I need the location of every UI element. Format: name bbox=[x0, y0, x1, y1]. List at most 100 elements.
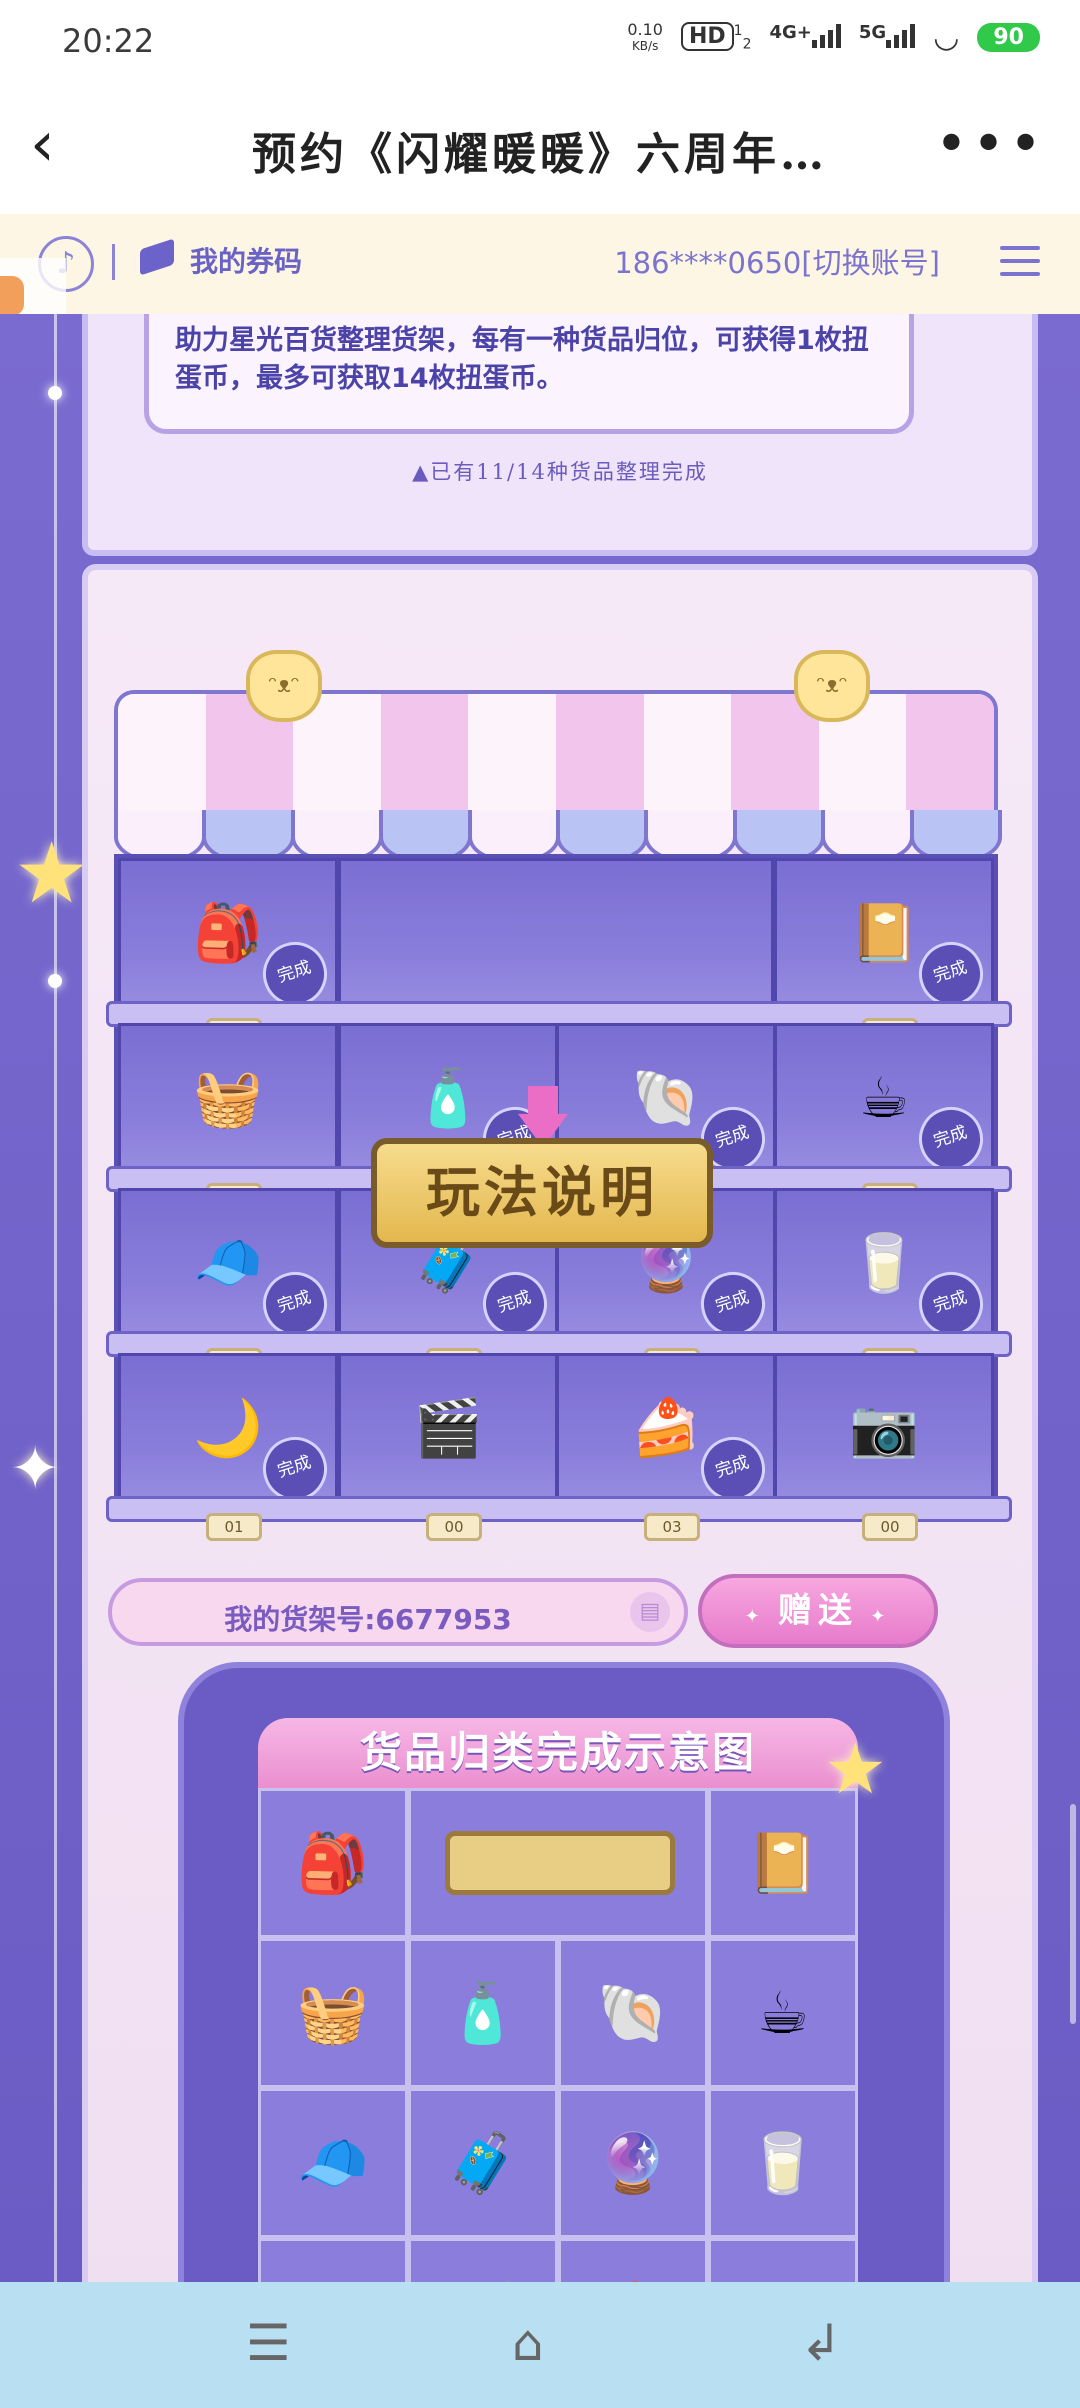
rail-dot bbox=[48, 386, 62, 400]
rail-dot bbox=[48, 974, 62, 988]
wifi-icon: ◡ bbox=[933, 20, 960, 55]
back-arrow-icon[interactable]: ‹ bbox=[30, 113, 90, 175]
decor-rail bbox=[54, 314, 57, 2282]
event-toolbar: ♪ 我的券码 186****0650[切换账号] bbox=[0, 214, 1080, 316]
diagram-item-icon: 🧢 bbox=[296, 2129, 370, 2197]
diagram-cell: 🔮 bbox=[558, 2088, 708, 2238]
shelf-item-icon: 📷 bbox=[849, 1396, 919, 1462]
diagram-item-icon: 🐚 bbox=[596, 1979, 670, 2047]
shelf-item-icon: 🥛 bbox=[849, 1231, 919, 1297]
back-nav-icon[interactable]: ↲ bbox=[800, 2318, 842, 2368]
shelf-item-icon: 🎬 bbox=[413, 1396, 483, 1462]
cat-mascot-icon: ᵔᴥᵔ bbox=[246, 650, 322, 722]
signal-5g-icon: 5G bbox=[859, 22, 916, 54]
shelf-item-icon: 🐚 bbox=[631, 1066, 701, 1132]
battery-indicator: 90 bbox=[977, 23, 1040, 52]
shelf-item-icon: 🧺 bbox=[193, 1066, 263, 1132]
shelf-slot[interactable]: 📔 完成 bbox=[774, 858, 994, 1023]
diagram-cell: ☕ bbox=[708, 1938, 858, 2088]
shelf-slot[interactable]: 🥛 完成 bbox=[774, 1188, 994, 1353]
recent-apps-icon[interactable]: ☰ bbox=[246, 2318, 291, 2368]
diagram-item-icon: 🧴 bbox=[446, 1979, 520, 2047]
shelf-slot[interactable]: 📷 bbox=[774, 1353, 994, 1518]
item-count-tag: 00 bbox=[862, 1513, 918, 1541]
copy-icon[interactable]: ▤ bbox=[630, 1592, 670, 1632]
shelf-number-text: 我的货架号:6677953 bbox=[224, 1603, 512, 1636]
diagram-item-icon: 🧳 bbox=[446, 2129, 520, 2197]
shelf-plank: 01 00 03 00 bbox=[106, 1496, 1012, 1541]
completion-diagram: 货品归类完成示意图 🎒 📔 🧺 🧴 🐚 ☕ 🧢 🧳 🔮 🥛 🌙🎬🍰📷 ★ bbox=[178, 1662, 950, 2282]
diagram-cell: 🧢 bbox=[258, 2088, 408, 2238]
item-count-tag: 00 bbox=[426, 1513, 482, 1541]
page-title: 预约《闪耀暖暖》六周年… bbox=[252, 129, 828, 180]
item-count-tag: 01 bbox=[206, 1513, 262, 1541]
shop-panel: ᵔᴥᵔ ᵔᴥᵔ 🎒完成📔完成0201🧺🧴完成🐚完成☕完成00010101🧢完成🧳… bbox=[82, 564, 1038, 2282]
star-icon: ★ bbox=[824, 1728, 887, 1810]
hamburger-menu-icon[interactable] bbox=[1000, 246, 1040, 285]
rules-button[interactable]: 玩法说明 bbox=[371, 1138, 713, 1248]
diagram-item-icon: ☕ bbox=[757, 1979, 809, 2047]
gift-button[interactable]: ✦ 赠送 ✦ bbox=[698, 1574, 938, 1648]
shelf-item-icon: ☕ bbox=[858, 1066, 910, 1132]
shelf-slot[interactable]: 🌙 完成 bbox=[118, 1353, 338, 1518]
intro-panel: 助力星光百货整理货架，每有一种货品归位，可获得1枚扭蛋币，最多可获取14枚扭蛋币… bbox=[82, 314, 1038, 556]
progress-text: ▲已有11/14种货品整理完成 bbox=[412, 460, 708, 484]
awning-scallops bbox=[114, 810, 1003, 864]
rules-slot bbox=[338, 858, 774, 1023]
star-icon: ★ bbox=[14, 824, 90, 922]
network-speed: 0.10 KB/s bbox=[627, 19, 663, 53]
status-time: 20:22 bbox=[62, 22, 155, 60]
shelf-number-field: 我的货架号:6677953 ▤ bbox=[108, 1578, 688, 1646]
diagram-plank bbox=[445, 1831, 675, 1895]
ticket-icon bbox=[140, 238, 174, 276]
shelf-slot[interactable]: 🧢 完成 bbox=[118, 1188, 338, 1353]
shelf-slot[interactable]: 🧺 bbox=[118, 1023, 338, 1188]
fox-icon bbox=[0, 276, 24, 316]
diagram-item-icon: 📔 bbox=[746, 1829, 820, 1897]
diagram-cell: 📷 bbox=[708, 2238, 858, 2282]
diagram-cell: 🍰 bbox=[558, 2238, 708, 2282]
diagram-cell bbox=[408, 1788, 708, 1938]
shelf-item-icon: 🧴 bbox=[413, 1066, 483, 1132]
diagram-cell: 📔 bbox=[708, 1788, 858, 1938]
home-icon[interactable]: ⌂ bbox=[512, 2318, 544, 2368]
diagram-cell: 🥛 bbox=[708, 2088, 858, 2238]
shelf-slot[interactable]: 🎒 完成 bbox=[118, 858, 338, 1023]
diagram-cell: 🧴 bbox=[408, 1938, 558, 2088]
diagram-grid: 🎒 📔 🧺 🧴 🐚 ☕ 🧢 🧳 🔮 🥛 🌙🎬🍰📷 bbox=[258, 1788, 858, 2282]
diagram-cell: 🎒 bbox=[258, 1788, 408, 1938]
sparkle-icon: ✦ bbox=[10, 1434, 61, 1504]
signal-4g-icon: 4G+ bbox=[769, 22, 841, 54]
shelf-item-icon: 🧢 bbox=[193, 1231, 263, 1297]
shelf-item-icon: 🎒 bbox=[193, 901, 263, 967]
diagram-cell: 🧺 bbox=[258, 1938, 408, 2088]
diagram-item-icon: 🧺 bbox=[296, 1979, 370, 2047]
status-icons: 0.10 KB/s HD 12 4G+ 5G ◡ 90 bbox=[627, 20, 1040, 55]
event-content: ★ ✦ 助力星光百货整理货架，每有一种货品归位，可获得1枚扭蛋币，最多可获取14… bbox=[0, 314, 1080, 2282]
shelf-item-icon: 📔 bbox=[849, 901, 919, 967]
shelf-item-icon: 🌙 bbox=[193, 1396, 263, 1462]
diagram-item-icon: 🔮 bbox=[596, 2129, 670, 2197]
hd-voice-icon: HD 12 bbox=[680, 21, 751, 52]
diagram-cell: 🌙 bbox=[258, 2238, 408, 2282]
switch-account-link[interactable]: 186****0650[切换账号] bbox=[614, 240, 940, 282]
diagram-item-icon: 🎒 bbox=[296, 1829, 370, 1897]
shelf-slot[interactable]: 🎬 bbox=[338, 1353, 558, 1518]
shelf-slot[interactable]: 🍰 完成 bbox=[556, 1353, 776, 1518]
shelf-item-icon: 🍰 bbox=[631, 1396, 701, 1462]
diagram-cell: 🧳 bbox=[408, 2088, 558, 2238]
diagram-cell: 🐚 bbox=[558, 1938, 708, 2088]
cat-mascot-icon: ᵔᴥᵔ bbox=[794, 650, 870, 722]
my-codes-link[interactable]: 我的券码 bbox=[190, 240, 302, 280]
diagram-item-icon: 🥛 bbox=[746, 2129, 820, 2197]
title-bar: ‹ 预约《闪耀暖暖》六周年… ••• bbox=[0, 82, 1080, 215]
system-nav-bar: ☰ ⌂ ↲ bbox=[0, 2282, 1080, 2408]
diagram-cell: 🎬 bbox=[408, 2238, 558, 2282]
toolbar-divider bbox=[112, 244, 115, 280]
more-menu-icon[interactable]: ••• bbox=[935, 112, 1046, 177]
shelf-slot[interactable]: ☕ 完成 bbox=[774, 1023, 994, 1188]
scrollbar[interactable] bbox=[1070, 1804, 1076, 2024]
intro-text: 助力星光百货整理货架，每有一种货品归位，可获得1枚扭蛋币，最多可获取14枚扭蛋币… bbox=[144, 314, 914, 434]
item-count-tag: 03 bbox=[644, 1513, 700, 1541]
status-bar: 20:22 0.10 KB/s HD 12 4G+ 5G ◡ 90 bbox=[0, 0, 1080, 82]
